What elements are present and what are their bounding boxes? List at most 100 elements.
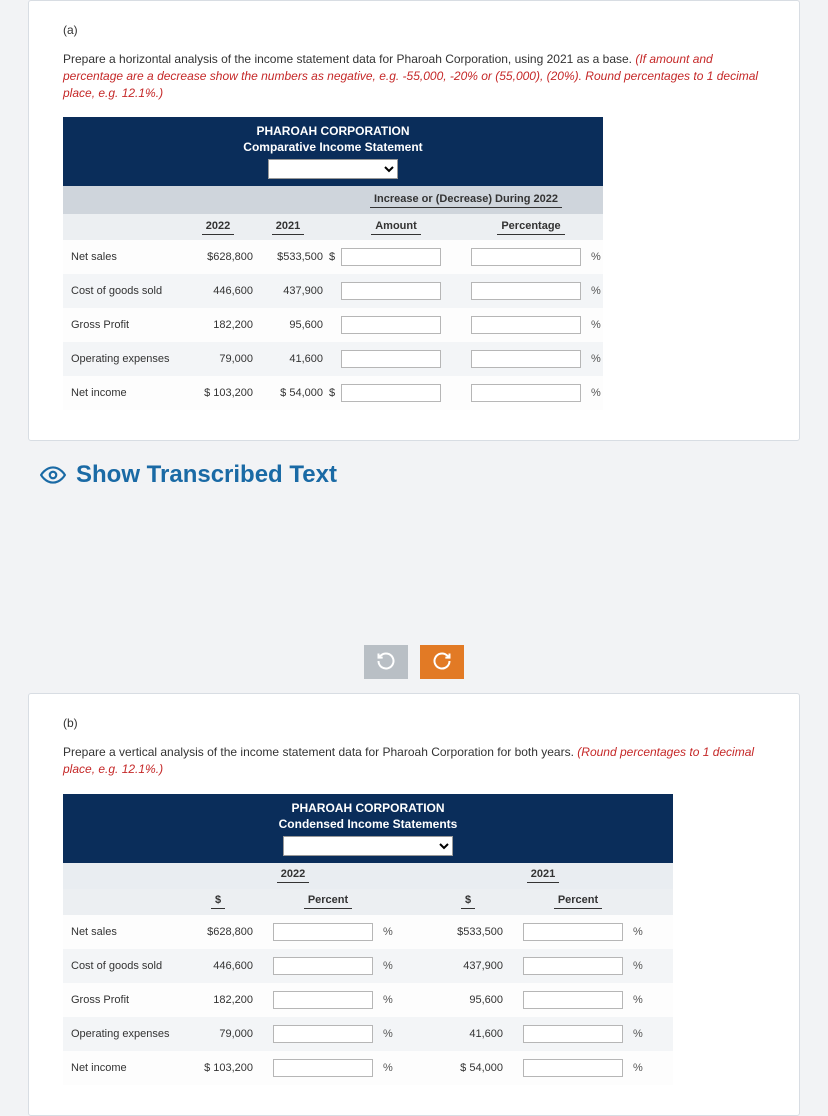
amount-input[interactable] (341, 350, 441, 368)
percent-input-2021[interactable] (523, 923, 623, 941)
percent-input-2022[interactable] (273, 1059, 373, 1077)
table-row: Operating expenses 79,000 41,600 % (63, 342, 603, 376)
row-v22: 79,000 (183, 353, 253, 365)
amount-input[interactable] (341, 248, 441, 266)
col-2022-b: 2022 (277, 868, 309, 883)
row-label: Gross Profit (63, 319, 183, 331)
percent-sign: % (591, 251, 609, 263)
table-row: Operating expenses 79,000 % 41,600 % (63, 1017, 673, 1051)
percent-input-2021[interactable] (523, 991, 623, 1009)
table-row: Net income $ 103,200 % $ 54,000 % (63, 1051, 673, 1085)
percent-sign: % (383, 960, 403, 972)
percent-sign: % (633, 1062, 653, 1074)
refresh-cw-button[interactable] (420, 645, 464, 679)
percent-sign: % (383, 1028, 403, 1040)
table-row: Net sales $628,800 % $533,500 % (63, 915, 673, 949)
percent-sign: % (591, 353, 609, 365)
table-row: Cost of goods sold 446,600 % 437,900 % (63, 949, 673, 983)
percent-input[interactable] (471, 248, 581, 266)
year-select-b[interactable] (283, 836, 453, 856)
col-2021-b: 2021 (527, 868, 559, 883)
row-v21: 41,600 (253, 353, 323, 365)
eye-icon (40, 462, 66, 488)
percent-input[interactable] (471, 350, 581, 368)
row-v22: 182,200 (183, 994, 253, 1006)
table-row: Cost of goods sold 446,600 437,900 % (63, 274, 603, 308)
amount-input[interactable] (341, 316, 441, 334)
table-a-header-row-1: Increase or (Decrease) During 2022 (63, 186, 603, 214)
refresh-ccw-icon (376, 651, 396, 674)
row-v22: 446,600 (183, 285, 253, 297)
percent-input-2021[interactable] (523, 1059, 623, 1077)
percent-input-2021[interactable] (523, 957, 623, 975)
percent-input-2022[interactable] (273, 991, 373, 1009)
table-a-header: PHAROAH CORPORATION Comparative Income S… (63, 117, 603, 186)
row-label: Net sales (63, 251, 183, 263)
refresh-bar (0, 625, 828, 693)
percent-input[interactable] (471, 282, 581, 300)
percent-input-2022[interactable] (273, 923, 373, 941)
percent-input-2021[interactable] (523, 1025, 623, 1043)
col-percent-2021: Percent (554, 894, 602, 909)
percent-input-2022[interactable] (273, 1025, 373, 1043)
percent-sign: % (383, 926, 403, 938)
table-b: PHAROAH CORPORATION Condensed Income Sta… (63, 794, 673, 1085)
row-v22: 182,200 (183, 319, 253, 331)
percent-input[interactable] (471, 316, 581, 334)
refresh-ccw-button[interactable] (364, 645, 408, 679)
table-row: Gross Profit 182,200 % 95,600 % (63, 983, 673, 1017)
table-row: Net sales $628,800 $533,500 $ % (63, 240, 603, 274)
table-a-title1: PHAROAH CORPORATION (256, 124, 409, 138)
show-transcribed-label: Show Transcribed Text (76, 461, 337, 489)
row-label: Operating expenses (63, 353, 183, 365)
row-v21: 95,600 (433, 994, 503, 1006)
merge-header: Increase or (Decrease) During 2022 (370, 193, 562, 208)
table-b-header-row-2: $ Percent $ Percent (63, 889, 673, 915)
row-v21: 95,600 (253, 319, 323, 331)
row-v22: $628,800 (183, 251, 253, 263)
percent-sign: % (383, 994, 403, 1006)
col-dollar-2022: $ (211, 894, 225, 909)
col-percent-2022: Percent (304, 894, 352, 909)
percent-sign: % (633, 994, 653, 1006)
row-v21: 41,600 (433, 1028, 503, 1040)
part-a-label: (a) (63, 23, 765, 37)
table-b-header-row-1: 2022 2021 (63, 863, 673, 889)
col-amount: Amount (371, 220, 421, 235)
percent-sign: % (591, 387, 609, 399)
row-v21: $533,500 (253, 251, 323, 263)
percent-sign: % (633, 926, 653, 938)
table-a-header-row-2: 2022 2021 Amount Percentage (63, 214, 603, 240)
percent-sign: % (591, 285, 609, 297)
table-row: Net income $ 103,200 $ 54,000 $ % (63, 376, 603, 410)
col-2022-a: 2022 (202, 220, 234, 235)
amount-input[interactable] (341, 282, 441, 300)
row-v21: 437,900 (433, 960, 503, 972)
table-b-title1: PHAROAH CORPORATION (291, 801, 444, 815)
row-v21: $533,500 (433, 926, 503, 938)
part-a-prompt-text: Prepare a horizontal analysis of the inc… (63, 52, 635, 66)
row-v22: $628,800 (183, 926, 253, 938)
percent-sign: % (591, 319, 609, 331)
row-label: Cost of goods sold (63, 960, 183, 972)
row-v22: 446,600 (183, 960, 253, 972)
percent-input[interactable] (471, 384, 581, 402)
row-label: Net income (63, 387, 183, 399)
percent-sign: % (633, 960, 653, 972)
part-b-prompt-text: Prepare a vertical analysis of the incom… (63, 745, 577, 759)
row-label: Net income (63, 1062, 183, 1074)
amount-input[interactable] (341, 384, 441, 402)
show-transcribed-text-button[interactable]: Show Transcribed Text (0, 441, 828, 495)
part-b-label: (b) (63, 716, 765, 730)
table-b-title2: Condensed Income Statements (63, 817, 673, 831)
row-v21: $ 54,000 (253, 387, 323, 399)
row-label: Gross Profit (63, 994, 183, 1006)
refresh-cw-icon (432, 651, 452, 674)
percent-input-2022[interactable] (273, 957, 373, 975)
row-v22: $ 103,200 (183, 387, 253, 399)
row-label: Net sales (63, 926, 183, 938)
year-select-a[interactable] (268, 159, 398, 179)
percent-sign: % (633, 1028, 653, 1040)
part-b-prompt: Prepare a vertical analysis of the incom… (63, 744, 765, 778)
row-v22: 79,000 (183, 1028, 253, 1040)
